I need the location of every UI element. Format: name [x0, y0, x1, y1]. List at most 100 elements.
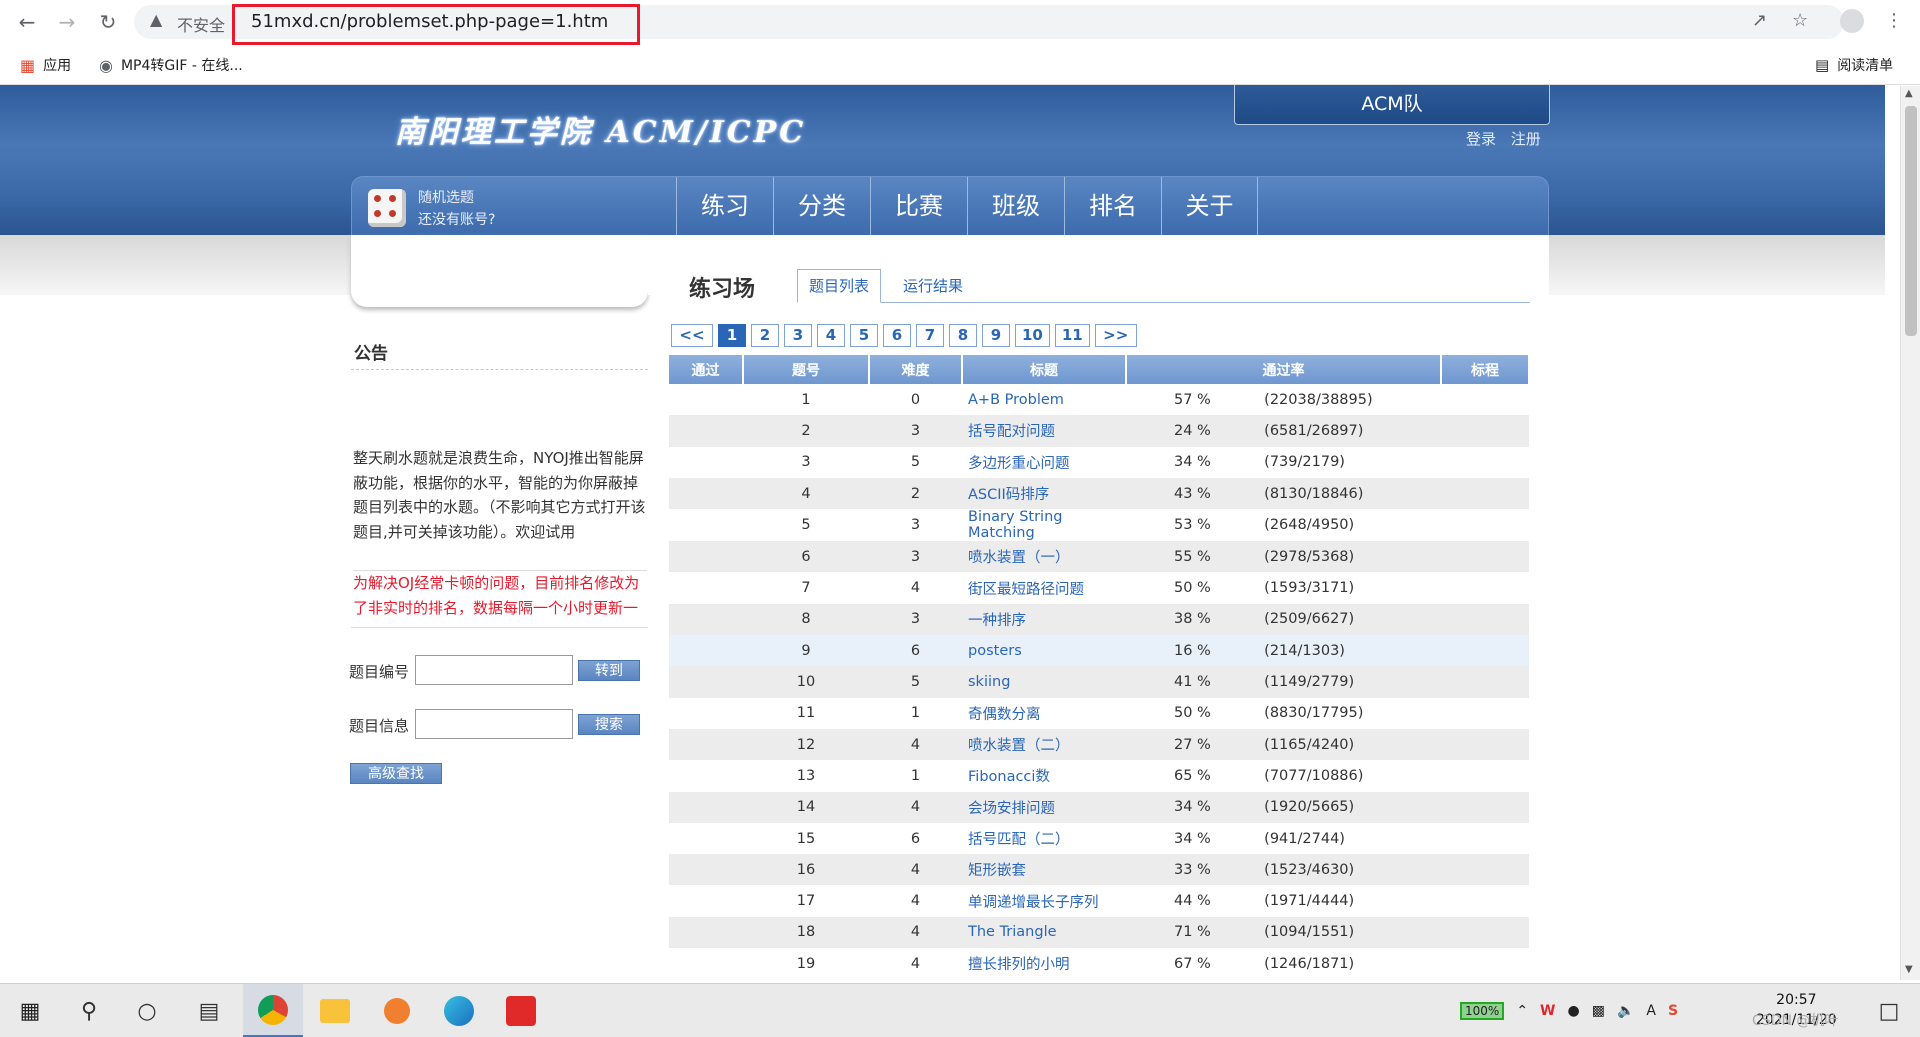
col-standard[interactable]: 标程: [1441, 355, 1530, 384]
cell-passed: [669, 477, 743, 510]
problem-id-input[interactable]: [415, 655, 573, 685]
col-difficulty[interactable]: 难度: [869, 355, 963, 384]
wps-app-icon[interactable]: [491, 984, 551, 1037]
menu-category[interactable]: 分类: [773, 177, 870, 237]
cell-standard: [1441, 509, 1529, 542]
random-pick-link[interactable]: 随机选题: [418, 187, 474, 207]
goto-button[interactable]: 转到: [578, 660, 640, 681]
cell-title-link[interactable]: 一种排序: [962, 603, 1126, 636]
cell-title-link[interactable]: 喷水装置（一）: [962, 541, 1126, 573]
wps-tray-icon[interactable]: W: [1540, 1003, 1555, 1019]
page-button[interactable]: 7: [916, 324, 944, 347]
cell-standard: [1441, 822, 1529, 855]
page-button[interactable]: 1: [718, 324, 746, 347]
cell-pass-rate: 57 %: [1126, 384, 1265, 416]
file-explorer-icon[interactable]: [305, 984, 365, 1037]
page-button[interactable]: 8: [949, 324, 977, 347]
app-orange-icon[interactable]: [367, 984, 427, 1037]
search-icon[interactable]: ⚲: [72, 994, 106, 1028]
no-account-link[interactable]: 还没有账号?: [418, 209, 495, 229]
cell-title-link[interactable]: 擅长排列的小明: [962, 948, 1126, 980]
scroll-up-arrow-icon[interactable]: ▲: [1905, 88, 1913, 99]
forward-arrow-icon[interactable]: →: [53, 8, 81, 36]
cell-pass-rate: 24 %: [1126, 415, 1265, 447]
chevron-up-icon[interactable]: ⌃: [1516, 1003, 1528, 1019]
page-button[interactable]: 10: [1015, 324, 1050, 347]
volume-icon[interactable]: 🔈: [1617, 1003, 1634, 1019]
url-text[interactable]: 51mxd.cn/problemset.php-page=1.htm: [251, 11, 608, 32]
page-button[interactable]: 5: [850, 324, 878, 347]
notification-icon[interactable]: □: [1872, 994, 1906, 1028]
battery-indicator[interactable]: 100%: [1460, 1002, 1505, 1020]
col-passed[interactable]: 通过: [669, 355, 744, 384]
page-button[interactable]: 4: [817, 324, 845, 347]
col-pass-rate[interactable]: 通过率: [1126, 355, 1442, 384]
cell-standard: [1441, 415, 1529, 447]
page-button[interactable]: 2: [751, 324, 779, 347]
reload-icon[interactable]: ↻: [94, 8, 122, 36]
site-logo[interactable]: 南阳理工学院 ACM/ICPC: [395, 107, 806, 151]
cell-title-link[interactable]: 矩形嵌套: [962, 854, 1126, 886]
advanced-search-button[interactable]: 高级查找: [350, 763, 442, 784]
cell-title-link[interactable]: 括号配对问题: [962, 415, 1126, 447]
cell-title-link[interactable]: The Triangle: [962, 916, 1126, 949]
menu-contest[interactable]: 比赛: [870, 177, 967, 237]
windows-start-icon[interactable]: ▦: [13, 994, 47, 1028]
cortana-icon[interactable]: ○: [130, 994, 164, 1028]
share-icon[interactable]: ↗: [1752, 10, 1767, 31]
qq-tray-icon[interactable]: ●: [1568, 1003, 1580, 1019]
page-button[interactable]: 9: [982, 324, 1010, 347]
page-button[interactable]: 3: [784, 324, 812, 347]
register-link[interactable]: 注册: [1511, 130, 1541, 148]
tab-run-results[interactable]: 运行结果: [903, 275, 963, 296]
scroll-down-arrow-icon[interactable]: ▼: [1905, 964, 1913, 975]
apps-grid-icon: ▦: [20, 55, 36, 75]
cell-title-link[interactable]: posters: [962, 635, 1126, 667]
tab-problem-list[interactable]: 题目列表: [797, 269, 881, 303]
col-title[interactable]: 标题: [962, 355, 1127, 384]
bookmark-apps[interactable]: ▦ 应用: [20, 55, 71, 75]
cell-title-link[interactable]: 奇偶数分离: [962, 697, 1126, 729]
back-arrow-icon[interactable]: ←: [13, 8, 41, 36]
menu-practice[interactable]: 练习: [676, 177, 773, 237]
network-icon[interactable]: ▩: [1592, 1003, 1605, 1019]
menu-about[interactable]: 关于: [1161, 177, 1258, 237]
edge-app-icon[interactable]: [429, 984, 489, 1037]
cell-title-link[interactable]: 单调递增最长子序列: [962, 885, 1126, 917]
more-menu-icon[interactable]: ⋮: [1885, 10, 1903, 31]
cell-title-link[interactable]: 括号匹配（二）: [962, 822, 1126, 855]
cell-title-link[interactable]: 多边形重心问题: [962, 446, 1126, 478]
page-scrollbar[interactable]: ▲ ▼: [1900, 86, 1920, 980]
problem-info-input[interactable]: [415, 709, 573, 739]
page-button[interactable]: 11: [1054, 324, 1090, 347]
cell-title-link[interactable]: Binary String Matching: [962, 509, 1126, 542]
cell-title-link[interactable]: 街区最短路径问题: [962, 572, 1126, 604]
scroll-thumb[interactable]: [1905, 106, 1917, 336]
ime-icon[interactable]: A: [1646, 1003, 1656, 1019]
cell-title-link[interactable]: skiing: [962, 666, 1126, 698]
cell-title-link[interactable]: 喷水装置（二）: [962, 728, 1126, 761]
bookmark-mp4-gif[interactable]: ◉ MP4转GIF - 在线...: [99, 55, 243, 75]
cell-title-link[interactable]: ASCII码排序: [962, 477, 1126, 510]
menu-ranking[interactable]: 排名: [1064, 177, 1161, 237]
profile-avatar-icon[interactable]: [1840, 9, 1864, 33]
warning-triangle-icon[interactable]: ▲: [150, 10, 162, 29]
sogou-tray-icon[interactable]: S: [1668, 1003, 1678, 1019]
task-view-icon[interactable]: ▤: [192, 994, 226, 1028]
star-bookmark-icon[interactable]: ☆: [1792, 10, 1808, 31]
chrome-app-icon[interactable]: [243, 984, 303, 1037]
dice-icon[interactable]: [368, 189, 406, 227]
page-next-button[interactable]: >>: [1094, 324, 1137, 347]
col-problem-id[interactable]: 题号: [743, 355, 870, 384]
page-prev-button[interactable]: <<: [671, 324, 713, 347]
login-link[interactable]: 登录: [1466, 130, 1496, 148]
security-status[interactable]: 不安全: [177, 12, 225, 36]
search-button[interactable]: 搜索: [578, 714, 640, 735]
cell-title-link[interactable]: Fibonacci数: [962, 760, 1126, 792]
cell-title-link[interactable]: A+B Problem: [962, 384, 1126, 416]
cell-title-link[interactable]: 会场安排问题: [962, 791, 1126, 823]
menu-class[interactable]: 班级: [967, 177, 1064, 237]
reading-list[interactable]: ▤ 阅读清单: [1815, 55, 1893, 75]
cell-pass-rate: 50 %: [1126, 697, 1265, 729]
page-button[interactable]: 6: [883, 324, 911, 347]
